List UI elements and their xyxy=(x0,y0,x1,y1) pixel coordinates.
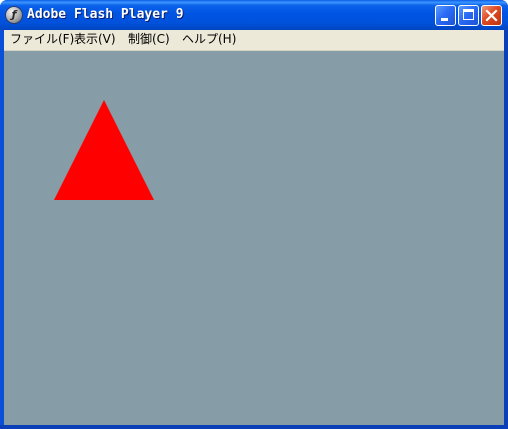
menu-file[interactable]: ファイル(F) xyxy=(10,30,74,50)
maximize-icon xyxy=(463,9,474,20)
menu-view[interactable]: 表示(V) xyxy=(74,30,116,50)
red-triangle xyxy=(54,100,154,200)
flash-player-icon[interactable]: ƒ xyxy=(6,7,22,23)
flash-stage[interactable] xyxy=(4,51,504,425)
app-window: ƒ Adobe Flash Player 9 ファイル(F) 表示(V) 制御(… xyxy=(0,0,508,429)
menu-bar: ファイル(F) 表示(V) 制御(C) ヘルプ(H) xyxy=(4,30,504,51)
minimize-button[interactable] xyxy=(435,5,456,26)
menu-help[interactable]: ヘルプ(H) xyxy=(182,30,236,50)
close-icon xyxy=(485,9,498,22)
minimize-icon xyxy=(441,18,448,21)
maximize-button[interactable] xyxy=(458,5,479,26)
title-bar[interactable]: ƒ Adobe Flash Player 9 xyxy=(0,0,508,30)
window-frame-right[interactable] xyxy=(504,30,508,429)
close-button[interactable] xyxy=(481,5,502,26)
window-frame-bottom[interactable] xyxy=(0,425,508,429)
menu-control[interactable]: 制御(C) xyxy=(128,30,170,50)
window-title: Adobe Flash Player 9 xyxy=(27,7,184,22)
